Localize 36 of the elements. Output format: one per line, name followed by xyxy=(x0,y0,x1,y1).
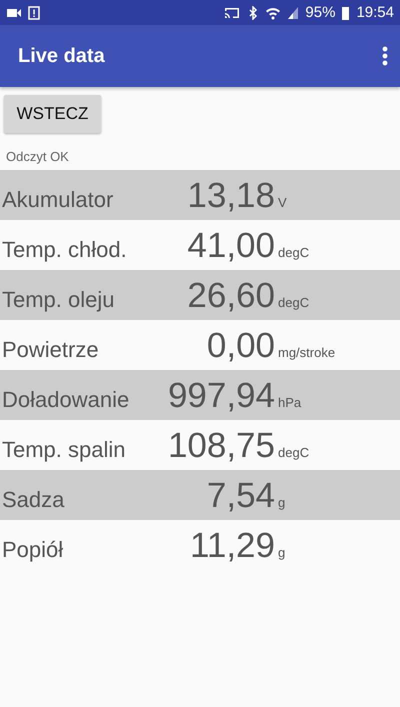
reading-label: Sadza xyxy=(1,487,64,513)
reading-value: 13,18 xyxy=(187,176,275,216)
battery-icon xyxy=(341,6,350,20)
reading-unit: mg/stroke xyxy=(278,345,336,360)
reading-label: Akumulator xyxy=(1,187,114,213)
reading-label: Temp. spalin xyxy=(1,437,126,463)
reading-unit: degC xyxy=(278,245,310,260)
signal-icon xyxy=(287,6,300,20)
reading-value: 7,54 xyxy=(206,476,275,516)
reading-label: Temp. chłod. xyxy=(1,237,127,263)
reading-value: 108,75 xyxy=(168,426,275,466)
clock-time: 19:54 xyxy=(356,4,394,21)
reading-value: 26,60 xyxy=(187,276,275,316)
status-message: Odczyt OK xyxy=(6,149,69,164)
bluetooth-icon xyxy=(247,6,260,20)
more-options-icon[interactable] xyxy=(382,46,388,66)
reading-label: Popiół xyxy=(1,537,64,563)
reading-value: 11,29 xyxy=(190,526,275,566)
reading-unit: degC xyxy=(278,445,310,460)
cast-icon xyxy=(223,6,242,20)
reading-label: Doładowanie xyxy=(1,387,130,413)
reading-unit: g xyxy=(278,495,286,510)
back-button[interactable]: WSTECZ xyxy=(4,95,101,133)
reading-label: Temp. oleju xyxy=(1,287,115,313)
reading-label: Powietrze xyxy=(1,337,99,363)
app-title: Live data xyxy=(18,44,106,68)
reading-unit: V xyxy=(278,195,287,210)
reading-unit: degC xyxy=(278,295,310,310)
reading-value: 0,00 xyxy=(206,326,275,366)
alert-icon xyxy=(28,6,40,20)
reading-value: 41,00 xyxy=(187,226,275,266)
battery-percent: 95% xyxy=(305,4,336,21)
reading-unit: g xyxy=(278,545,286,560)
wifi-icon xyxy=(265,6,282,20)
reading-unit: hPa xyxy=(278,395,302,410)
reading-value: 997,94 xyxy=(168,376,275,416)
